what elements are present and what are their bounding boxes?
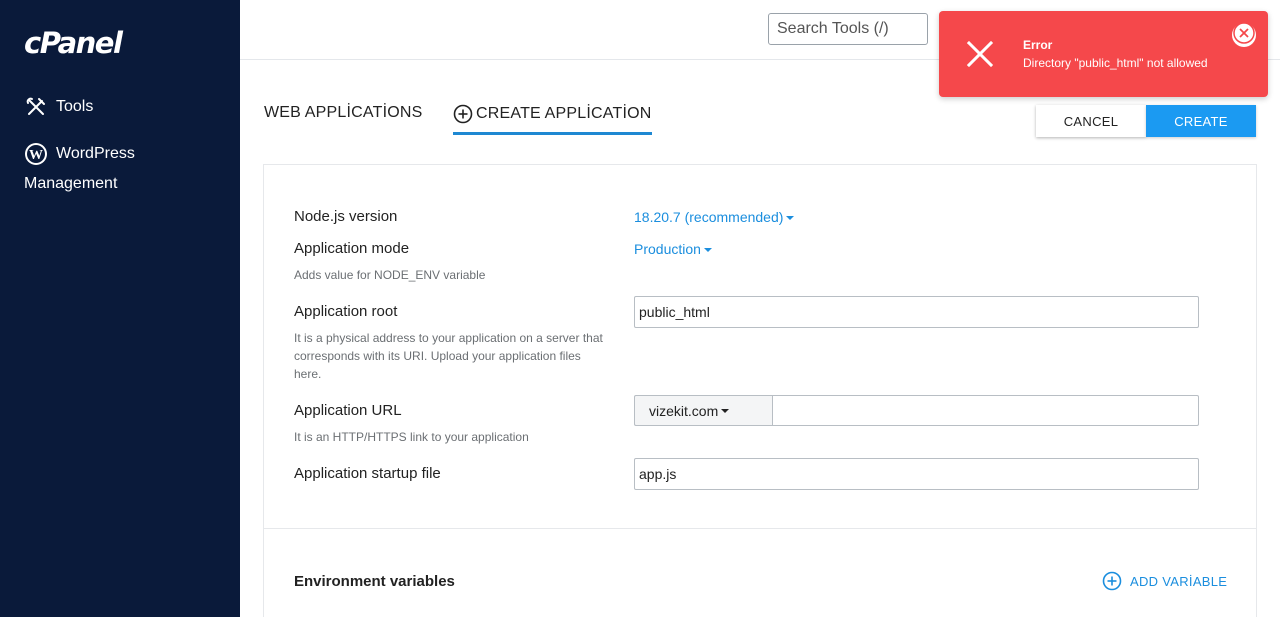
sidebar-item-label: Tools xyxy=(56,98,94,115)
search-input[interactable] xyxy=(768,13,928,45)
add-variable-label: ADD VARİABLE xyxy=(1130,573,1228,589)
application-form: Node.js version 18.20.7 (recommended) Ap… xyxy=(264,165,1256,529)
app-mode-label: Application mode xyxy=(294,240,410,257)
sidebar-item-wordpress[interactable]: W WordPress xyxy=(24,142,135,166)
error-x-icon xyxy=(966,40,994,68)
sidebar: cPanel Tools W WordPress Management xyxy=(0,0,240,617)
tab-create-application[interactable]: CREATE APPLİCATİON xyxy=(453,104,652,135)
close-toast-button[interactable] xyxy=(1232,21,1256,49)
add-variable-button[interactable]: ADD VARİABLE xyxy=(1102,571,1227,591)
nodejs-version-label: Node.js version xyxy=(294,208,398,225)
app-url-label: Application URL xyxy=(294,402,402,419)
error-toast: Error Directory "public_html" not allowe… xyxy=(939,11,1268,97)
tools-icon xyxy=(24,95,48,119)
cpanel-logo[interactable]: cPanel xyxy=(24,26,123,60)
env-variables-title: Environment variables xyxy=(294,573,455,590)
add-circle-icon xyxy=(1102,571,1122,591)
app-url-group: vizekit.com xyxy=(634,395,1199,426)
caret-down-icon xyxy=(721,408,730,413)
create-button[interactable]: CREATE xyxy=(1146,105,1256,137)
app-root-input[interactable] xyxy=(634,296,1199,328)
add-circle-icon xyxy=(453,104,473,124)
caret-down-icon xyxy=(703,247,712,252)
startup-file-input[interactable] xyxy=(634,458,1199,490)
nodejs-version-dropdown[interactable]: 18.20.7 (recommended) xyxy=(634,209,795,225)
cancel-button[interactable]: CANCEL xyxy=(1036,105,1146,137)
tab-label: CREATE APPLİCATİON xyxy=(476,105,652,122)
app-root-label: Application root xyxy=(294,303,398,320)
sidebar-item-label-line2[interactable]: Management xyxy=(24,175,117,193)
app-root-help: It is a physical address to your applica… xyxy=(294,331,603,381)
tab-web-applications[interactable]: WEB APPLİCATİONS xyxy=(264,104,423,122)
app-url-help: It is an HTTP/HTTPS link to your applica… xyxy=(294,430,529,444)
sidebar-item-label: WordPress xyxy=(56,145,135,162)
app-mode-help: Adds value for NODE_ENV variable xyxy=(294,268,486,282)
app-url-path-input[interactable] xyxy=(772,395,1199,426)
caret-down-icon xyxy=(786,215,795,220)
wordpress-icon: W xyxy=(24,142,48,166)
app-mode-dropdown[interactable]: Production xyxy=(634,241,712,257)
svg-text:W: W xyxy=(29,148,43,163)
app-mode-value: Production xyxy=(634,241,701,257)
create-application-panel: Node.js version 18.20.7 (recommended) Ap… xyxy=(263,164,1257,617)
nodejs-version-value: 18.20.7 (recommended) xyxy=(634,209,784,225)
domain-dropdown[interactable]: vizekit.com xyxy=(634,395,772,426)
toast-message: Directory "public_html" not allowed xyxy=(1023,56,1208,70)
startup-file-label: Application startup file xyxy=(294,465,441,482)
toast-title: Error xyxy=(1023,38,1053,52)
domain-value: vizekit.com xyxy=(649,402,719,419)
close-icon xyxy=(1233,21,1255,49)
sidebar-item-tools[interactable]: Tools xyxy=(24,95,93,119)
